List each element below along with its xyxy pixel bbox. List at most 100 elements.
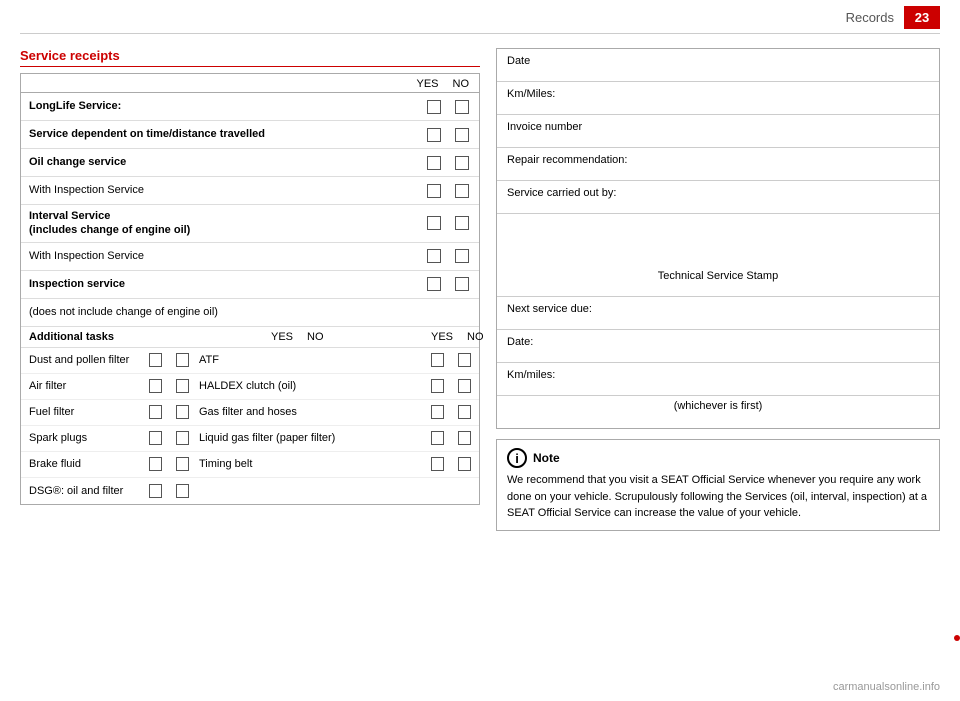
additional-table-row: Fuel filter Gas filter and hoses	[21, 400, 479, 426]
add-left-checks	[149, 457, 189, 471]
add-right-label: Timing belt	[189, 457, 431, 471]
header-page-number: 23	[904, 6, 940, 29]
checkbox-yes[interactable]	[427, 128, 441, 142]
add-yes-no-left: YES NO	[271, 331, 311, 343]
row-label: (does not include change of engine oil)	[29, 305, 469, 319]
table-row: Service dependent on time/distance trave…	[21, 121, 479, 149]
stamp-label: Technical Service Stamp	[507, 270, 929, 282]
checkbox-yes[interactable]	[149, 405, 162, 419]
add-left-checks	[149, 484, 189, 498]
add-right-label: Liquid gas filter (paper filter)	[189, 431, 431, 445]
service-table: YES NO LongLife Service: Service depende…	[20, 73, 480, 505]
checkbox-no[interactable]	[458, 353, 471, 367]
field-whichever: (whichever is first)	[497, 396, 939, 428]
checkbox-yes[interactable]	[149, 484, 162, 498]
checkbox-no[interactable]	[455, 277, 469, 291]
row-label: With Inspection Service	[29, 249, 427, 263]
row-checkboxes	[427, 100, 471, 114]
checkbox-no[interactable]	[458, 431, 471, 445]
checkbox-no[interactable]	[176, 379, 189, 393]
checkbox-yes[interactable]	[431, 353, 444, 367]
add-left-label: Spark plugs	[29, 432, 149, 444]
row-label: LongLife Service:	[29, 99, 427, 113]
checkbox-no[interactable]	[176, 405, 189, 419]
checkbox-no[interactable]	[455, 184, 469, 198]
page-header: Records 23	[20, 0, 940, 34]
field-stamp: Technical Service Stamp	[497, 214, 939, 297]
checkbox-yes[interactable]	[149, 353, 162, 367]
add-right-label: Gas filter and hoses	[189, 405, 431, 419]
checkbox-no[interactable]	[176, 431, 189, 445]
header-title: Records	[20, 10, 904, 25]
additional-tasks-label: Additional tasks	[29, 331, 271, 343]
checkbox-yes[interactable]	[427, 216, 441, 230]
row-label: Service dependent on time/distance trave…	[29, 127, 427, 141]
checkbox-no[interactable]	[176, 353, 189, 367]
add-yes-right: YES	[431, 331, 453, 343]
checkbox-no[interactable]	[458, 457, 471, 471]
add-left-label: Air filter	[29, 380, 149, 392]
checkbox-no[interactable]	[458, 405, 471, 419]
no-header: NO	[453, 78, 470, 90]
main-content: Service receipts YES NO LongLife Service…	[0, 34, 960, 541]
table-row: With Inspection Service	[21, 243, 479, 271]
additional-tasks-header: Additional tasks YES NO YES NO	[21, 327, 479, 348]
table-row: Oil change service	[21, 149, 479, 177]
yes-header: YES	[416, 78, 438, 90]
right-panel: Date Km/Miles: Invoice number Repair rec…	[496, 48, 940, 531]
add-left-label: Dust and pollen filter	[29, 354, 149, 366]
note-header: i Note	[507, 448, 929, 468]
add-right-checks	[431, 431, 471, 445]
row-label: With Inspection Service	[29, 183, 427, 197]
row-checkboxes	[427, 249, 471, 263]
watermark: carmanualsonline.info	[833, 681, 940, 693]
checkbox-yes[interactable]	[431, 379, 444, 393]
field-invoice: Invoice number	[497, 115, 939, 148]
checkbox-no[interactable]	[455, 216, 469, 230]
note-box: i Note We recommend that you visit a SEA…	[496, 439, 940, 531]
checkbox-yes[interactable]	[149, 379, 162, 393]
checkbox-no[interactable]	[458, 379, 471, 393]
table-row: With Inspection Service	[21, 177, 479, 205]
table-row: Inspection service	[21, 271, 479, 299]
note-text: We recommend that you visit a SEAT Offic…	[507, 472, 929, 522]
checkbox-no[interactable]	[455, 100, 469, 114]
table-row: (does not include change of engine oil)	[21, 299, 479, 327]
yes-no-header: YES NO	[416, 78, 471, 90]
checkbox-yes[interactable]	[149, 457, 162, 471]
field-service-by: Service carried out by:	[497, 181, 939, 214]
info-box: Date Km/Miles: Invoice number Repair rec…	[496, 48, 940, 429]
checkbox-yes[interactable]	[427, 100, 441, 114]
add-left-label: Fuel filter	[29, 406, 149, 418]
add-left-checks	[149, 431, 189, 445]
checkbox-no[interactable]	[176, 457, 189, 471]
checkbox-yes[interactable]	[427, 277, 441, 291]
add-right-label: HALDEX clutch (oil)	[189, 379, 431, 393]
row-checkboxes	[427, 277, 471, 291]
checkbox-yes[interactable]	[431, 405, 444, 419]
additional-table-row: Dust and pollen filter ATF	[21, 348, 479, 374]
checkbox-no[interactable]	[455, 128, 469, 142]
red-dot-marker	[954, 635, 960, 641]
add-right-checks	[431, 405, 471, 419]
add-yes-left: YES	[271, 331, 293, 343]
add-left-label: Brake fluid	[29, 458, 149, 470]
checkbox-yes[interactable]	[427, 249, 441, 263]
checkbox-no[interactable]	[176, 484, 189, 498]
checkbox-yes[interactable]	[431, 457, 444, 471]
checkbox-yes[interactable]	[431, 431, 444, 445]
checkbox-yes[interactable]	[149, 431, 162, 445]
add-left-checks	[149, 405, 189, 419]
checkbox-yes[interactable]	[427, 156, 441, 170]
table-row: LongLife Service:	[21, 93, 479, 121]
additional-table-row: Brake fluid Timing belt	[21, 452, 479, 478]
checkbox-no[interactable]	[455, 156, 469, 170]
checkbox-yes[interactable]	[427, 184, 441, 198]
row-checkboxes	[427, 216, 471, 230]
table-row: Interval Service(includes change of engi…	[21, 205, 479, 243]
note-title: Note	[533, 451, 560, 465]
additional-table-row: Air filter HALDEX clutch (oil)	[21, 374, 479, 400]
add-no-left: NO	[307, 331, 324, 343]
checkbox-no[interactable]	[455, 249, 469, 263]
add-yes-no-right: YES NO	[431, 331, 471, 343]
